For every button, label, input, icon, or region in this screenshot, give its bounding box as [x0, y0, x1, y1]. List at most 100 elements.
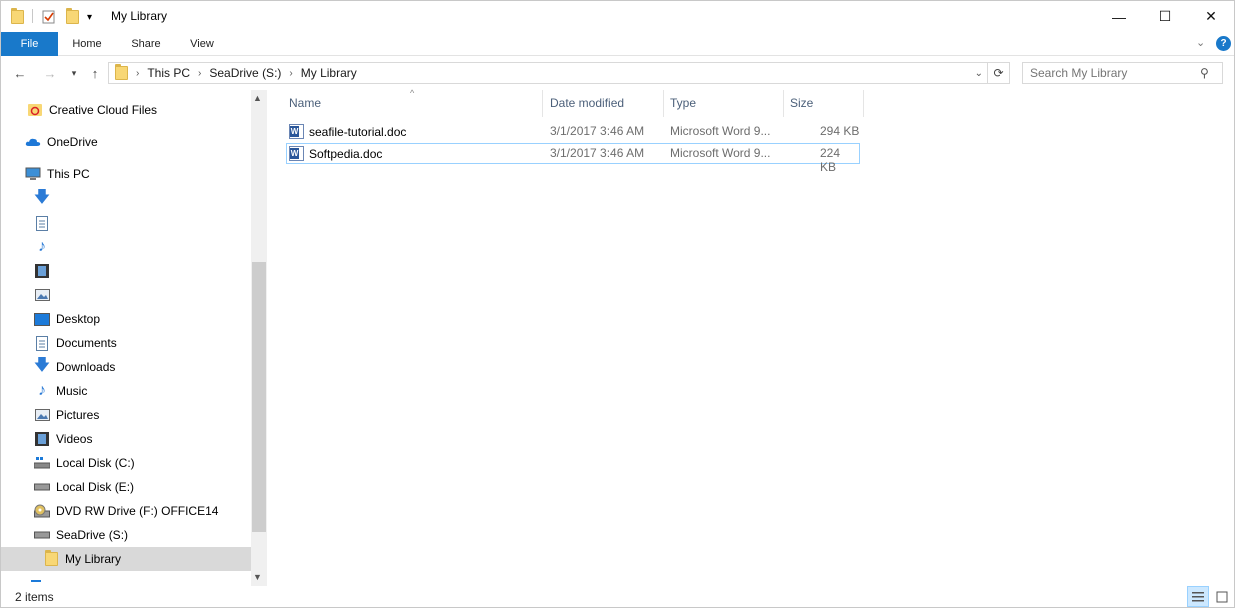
breadcrumb-my-library[interactable]: My Library	[301, 66, 357, 80]
dvd-drive-icon	[34, 503, 50, 519]
nav-item-seadrive[interactable]: SeaDrive (S:)	[1, 523, 251, 547]
desktop-icon	[34, 311, 50, 327]
word-document-icon	[289, 124, 304, 139]
videos-icon	[34, 431, 50, 447]
breadcrumb-separator[interactable]: ›	[136, 68, 139, 79]
details-view-button[interactable]	[1187, 586, 1209, 607]
column-header-type[interactable]: Type	[664, 90, 784, 117]
file-name-cell[interactable]: Softpedia.doc	[289, 146, 382, 161]
table-row[interactable]: seafile-tutorial.doc 3/1/2017 3:46 AM Mi…	[286, 121, 860, 142]
nav-item-documents-quick[interactable]	[1, 211, 251, 235]
file-name: seafile-tutorial.doc	[309, 124, 407, 139]
details-view-icon	[1192, 591, 1204, 601]
breadcrumb-this-pc[interactable]: This PC	[147, 66, 190, 80]
file-date: 3/1/2017 3:46 AM	[550, 124, 645, 138]
column-header-size[interactable]: Size	[784, 90, 864, 117]
nav-item-label: Local Disk (C:)	[56, 456, 135, 470]
search-icon[interactable]: ⚲	[1200, 66, 1209, 80]
downloads-icon: 🡇	[33, 356, 51, 374]
nav-item-dvd-drive[interactable]: DVD RW Drive (F:) OFFICE14	[1, 499, 251, 523]
nav-item-videos-quick[interactable]	[1, 259, 251, 283]
nav-item-videos[interactable]: Videos	[1, 427, 251, 451]
folder-icon	[43, 550, 59, 567]
expand-ribbon-icon[interactable]: ⌄	[1196, 36, 1205, 49]
title-bar: ▾ My Library — ☐ ✕	[1, 1, 1234, 32]
tab-file[interactable]: File	[1, 32, 58, 56]
tab-view[interactable]: View	[177, 32, 227, 56]
tab-home[interactable]: Home	[62, 32, 112, 56]
nav-item-this-pc[interactable]: This PC	[1, 162, 251, 186]
close-button[interactable]: ✕	[1188, 1, 1234, 32]
nav-item-my-library[interactable]: My Library	[1, 547, 251, 571]
drive-icon	[34, 479, 50, 495]
network-icon-partial	[31, 580, 41, 584]
recent-locations-button[interactable]: ▾	[65, 64, 83, 82]
nav-item-downloads-quick[interactable]: 🡇	[1, 187, 251, 211]
file-date: 3/1/2017 3:46 AM	[550, 146, 645, 160]
breadcrumb-seadrive[interactable]: SeaDrive (S:)	[209, 66, 281, 80]
tab-share[interactable]: Share	[120, 32, 172, 56]
file-list: ^ Name Date modified Type Size seafile-t…	[267, 88, 1234, 586]
minimize-button[interactable]: —	[1096, 1, 1142, 32]
nav-item-local-disk-c[interactable]: Local Disk (C:)	[1, 451, 251, 475]
nav-item-pictures[interactable]: Pictures	[1, 403, 251, 427]
search-box[interactable]: ⚲	[1022, 62, 1223, 84]
nav-item-label: Local Disk (E:)	[56, 480, 135, 494]
nav-item-label: OneDrive	[47, 135, 98, 149]
drive-icon	[34, 527, 50, 543]
column-header-date-modified[interactable]: Date modified	[544, 90, 664, 117]
nav-item-onedrive[interactable]: OneDrive	[1, 130, 251, 154]
nav-item-music[interactable]: ♪ Music	[1, 379, 251, 403]
creative-cloud-icon	[27, 102, 43, 118]
refresh-button[interactable]: ⟳	[988, 62, 1010, 84]
ribbon-tabs: File Home Share View ⌄ ?	[1, 32, 1234, 56]
address-row: ← → ▾ ↑ › This PC › SeaDrive (S:) › My L…	[1, 57, 1234, 89]
forward-button[interactable]: →	[41, 64, 59, 82]
window-title: My Library	[111, 9, 168, 23]
system-drive-icon	[34, 455, 50, 471]
divider	[32, 9, 33, 23]
file-name: Softpedia.doc	[309, 146, 383, 161]
nav-item-documents[interactable]: Documents	[1, 331, 251, 355]
file-name-cell[interactable]: seafile-tutorial.doc	[289, 124, 406, 139]
file-size: 224 KB	[820, 146, 841, 174]
nav-item-downloads[interactable]: 🡇 Downloads	[1, 355, 251, 379]
nav-item-label: Creative Cloud Files	[49, 103, 158, 117]
word-document-icon	[289, 146, 304, 161]
search-input[interactable]	[1030, 66, 1200, 80]
column-header-name[interactable]: Name	[283, 90, 543, 117]
nav-item-music-quick[interactable]: ♪	[1, 235, 251, 259]
documents-icon	[34, 335, 50, 351]
nav-item-pictures-quick[interactable]	[1, 283, 251, 307]
onedrive-cloud-icon	[25, 134, 41, 150]
item-count: 2 items	[15, 590, 54, 604]
table-row[interactable]: Softpedia.doc 3/1/2017 3:46 AM Microsoft…	[286, 143, 860, 174]
up-button[interactable]: ↑	[86, 64, 104, 82]
address-bar[interactable]: › This PC › SeaDrive (S:) › My Library ⌄	[108, 62, 988, 84]
scroll-up-arrow-icon[interactable]: ▲	[253, 93, 262, 103]
downloads-icon: 🡇	[33, 188, 51, 206]
address-dropdown-icon[interactable]: ⌄	[975, 68, 983, 79]
help-icon[interactable]: ?	[1216, 36, 1231, 51]
computer-icon	[25, 166, 41, 182]
nav-item-local-disk-e[interactable]: Local Disk (E:)	[1, 475, 251, 499]
nav-item-label: SeaDrive (S:)	[56, 528, 129, 542]
back-button[interactable]: ←	[11, 64, 29, 82]
nav-item-creative-cloud[interactable]: Creative Cloud Files	[1, 98, 251, 122]
nav-scrollbar-thumb[interactable]	[252, 262, 266, 532]
nav-item-label: Videos	[56, 432, 93, 446]
properties-icon[interactable]	[41, 7, 57, 27]
large-icons-view-icon	[1216, 591, 1228, 602]
breadcrumb-separator[interactable]: ›	[198, 68, 201, 79]
pictures-icon	[34, 407, 50, 423]
customize-quick-access-icon[interactable]: ▾	[87, 7, 92, 27]
nav-item-desktop[interactable]: Desktop	[1, 307, 251, 331]
large-icons-view-button[interactable]	[1211, 586, 1233, 607]
maximize-button[interactable]: ☐	[1142, 1, 1188, 32]
nav-item-label: Music	[56, 384, 88, 398]
folder-icon	[115, 64, 128, 81]
breadcrumb-separator[interactable]: ›	[289, 68, 292, 79]
nav-item-label: This PC	[47, 167, 90, 181]
new-folder-icon[interactable]	[66, 7, 79, 27]
scroll-down-arrow-icon[interactable]: ▼	[253, 572, 262, 582]
